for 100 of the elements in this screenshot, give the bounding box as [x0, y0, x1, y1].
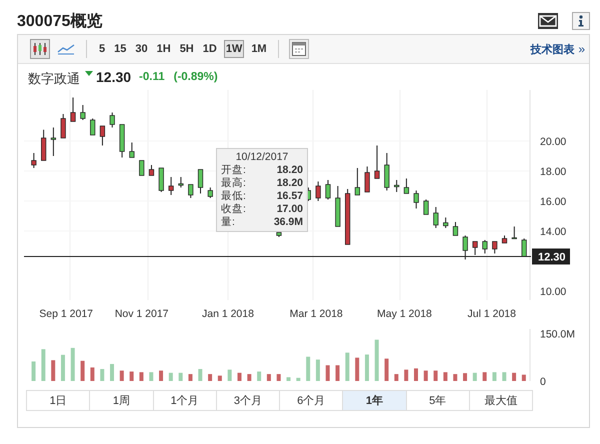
technical-chart-link[interactable]: 技术图表	[530, 42, 574, 56]
volume-bar	[394, 374, 398, 381]
candle	[354, 168, 360, 196]
date-axis-label: May 1 2018	[377, 307, 432, 321]
volume-axis-label: 0	[540, 376, 546, 385]
volume-bar	[453, 374, 458, 381]
candle	[364, 166, 370, 192]
volume-bar	[512, 372, 516, 381]
ref-line-label: 12.30	[538, 252, 566, 264]
tooltip-label: 最高:	[221, 177, 246, 190]
interval-button[interactable]: 30	[133, 40, 150, 58]
volume-bar	[70, 348, 75, 381]
volume-bar	[60, 354, 65, 381]
volume-bar	[296, 378, 300, 381]
volume-bar	[326, 365, 330, 381]
candle	[462, 235, 468, 260]
range-tab[interactable]: 1个月	[152, 390, 217, 411]
interval-button[interactable]: 1M	[249, 40, 269, 58]
candle	[70, 97, 76, 122]
candle	[512, 226, 517, 240]
volume-bar	[188, 374, 192, 381]
range-tab[interactable]: 1年	[342, 390, 406, 411]
volume-bar	[306, 356, 310, 381]
volume-bar	[443, 372, 448, 381]
range-tab[interactable]: 1周	[89, 390, 154, 411]
chevron-icon[interactable]: »	[578, 42, 585, 56]
range-tab[interactable]: 5年	[406, 390, 470, 411]
volume-bar	[424, 370, 428, 381]
volume-bar	[159, 370, 164, 381]
price-axis-label: 18.00	[540, 166, 566, 178]
candle	[208, 187, 213, 198]
candle	[110, 112, 115, 128]
interval-button[interactable]: 1H	[154, 40, 173, 58]
range-tab[interactable]: 3个月	[216, 390, 280, 411]
volume-bar	[110, 364, 114, 381]
tooltip-value: 36.9M	[274, 216, 303, 229]
interval-button[interactable]: 5H	[178, 40, 196, 58]
interval-button[interactable]: 5	[97, 40, 108, 58]
volume-bar	[374, 340, 379, 381]
candle	[414, 190, 419, 209]
current-price-label: 12.30	[532, 248, 570, 264]
volume-bar	[355, 358, 360, 381]
tooltip-value: 18.20	[276, 177, 303, 190]
candlestick-chart-button[interactable]	[30, 39, 50, 59]
interval-button[interactable]: 1W	[224, 40, 244, 58]
volume-bar	[316, 360, 320, 381]
interval-button[interactable]: 15	[112, 40, 128, 58]
tooltip-label: 量:	[221, 216, 235, 229]
candle	[443, 217, 448, 228]
percent-change: (-0.89%)	[174, 71, 218, 83]
calendar-icon[interactable]	[288, 39, 309, 59]
info-icon[interactable]	[572, 12, 590, 30]
range-tab[interactable]: 最大值	[468, 390, 533, 411]
volume-bar	[404, 370, 408, 381]
date-axis-label: Sep 1 2017	[39, 307, 94, 321]
volume-bar	[336, 365, 340, 381]
range-tab[interactable]: 6个月	[279, 390, 344, 411]
interval-button[interactable]: 1D	[200, 40, 219, 58]
candle	[31, 152, 36, 168]
volume-bar	[472, 372, 477, 381]
volume-bar	[120, 370, 124, 381]
stock-price: 12.30	[96, 69, 132, 85]
candle	[316, 181, 321, 202]
candle	[119, 124, 125, 158]
candle	[433, 206, 438, 228]
volume-bar	[237, 372, 242, 381]
candle	[158, 168, 164, 192]
date-axis-label: Jul 1 2018	[468, 307, 516, 321]
volume-bar	[257, 372, 262, 381]
volume-bar	[168, 372, 173, 381]
tooltip-label: 最低:	[221, 190, 246, 203]
volume-bar	[198, 369, 202, 381]
date-axis-label: Jan 1 2018	[202, 307, 254, 321]
volume-axis-label: 150.0M	[540, 328, 576, 341]
volume-bar	[139, 372, 144, 381]
candle	[345, 188, 350, 245]
price-axis-label: 10.00	[540, 286, 566, 298]
volume-bar	[80, 360, 85, 381]
candle	[80, 104, 86, 120]
candle	[522, 238, 527, 257]
candle	[482, 240, 488, 254]
volume-bar	[286, 377, 291, 381]
range-tab[interactable]: 1日	[26, 390, 90, 411]
volume-bar	[149, 372, 154, 381]
volume-bar	[100, 369, 104, 381]
candle	[325, 180, 331, 200]
price-axis-label: 20.00	[540, 136, 566, 148]
mail-icon[interactable]	[538, 13, 558, 29]
candle	[394, 180, 400, 192]
volume-bar	[266, 374, 271, 381]
candle	[502, 235, 508, 244]
candle	[404, 178, 410, 194]
volume-bar	[522, 374, 526, 381]
volume-bar	[247, 374, 252, 381]
tooltip-value: 17.00	[276, 203, 303, 216]
candle	[384, 152, 390, 191]
tooltip-label: 收盘:	[221, 203, 246, 216]
volume-bar	[276, 374, 281, 381]
volume-bar	[414, 368, 418, 381]
candle	[41, 129, 46, 161]
